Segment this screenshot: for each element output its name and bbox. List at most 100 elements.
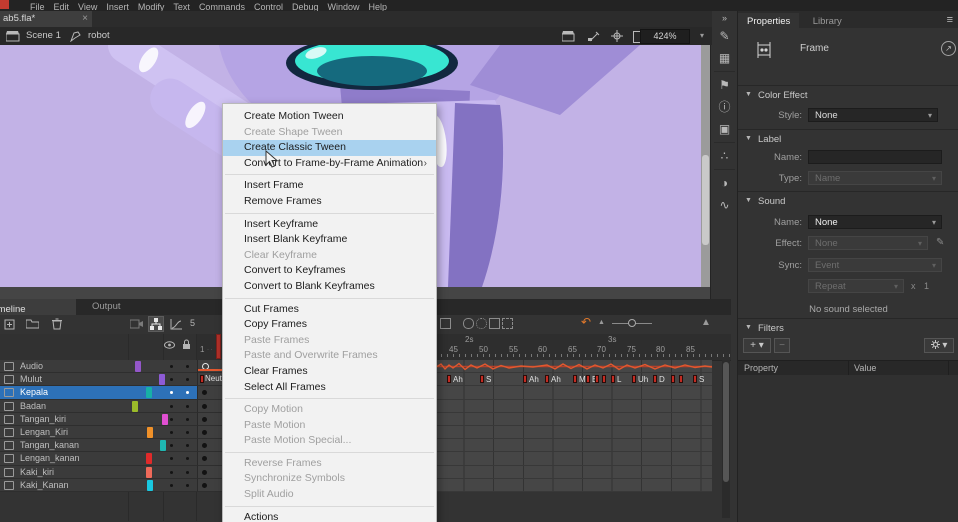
frames-grid-icon[interactable]: ▦ xyxy=(711,47,738,69)
layer-lock-dot[interactable] xyxy=(186,444,189,447)
frame-cell-kaki_kiri[interactable] xyxy=(197,466,222,479)
layer-lock-dot[interactable] xyxy=(186,457,189,460)
menu-insert[interactable]: Insert xyxy=(106,0,129,11)
breadcrumb-scene[interactable]: Scene 1 xyxy=(26,27,61,45)
layer-row-kepala[interactable]: Kepala xyxy=(0,386,222,399)
layer-visibility-dot[interactable] xyxy=(170,365,173,368)
tab-timeline[interactable]: Timeline xyxy=(0,299,76,315)
layer-visibility-dot[interactable] xyxy=(170,405,173,408)
frame-cell-kaki_kanan[interactable] xyxy=(197,479,222,492)
repeat-count-stepper[interactable]: 1 xyxy=(924,281,929,291)
frame-track-tangan_kiri[interactable] xyxy=(435,413,712,426)
parenting-color-bar[interactable] xyxy=(146,453,152,464)
close-icon[interactable]: × xyxy=(82,11,88,27)
layer-name[interactable]: Tangan_kiri xyxy=(20,414,66,424)
frame-cell-kepala[interactable] xyxy=(197,386,222,399)
layer-visibility-dot[interactable] xyxy=(170,484,173,487)
align-icon[interactable]: ⚑ xyxy=(711,74,738,96)
layer-visibility-dot[interactable] xyxy=(170,378,173,381)
style-select[interactable]: None ▾ xyxy=(808,108,938,122)
frame-ruler-start[interactable]: 1 · · xyxy=(197,334,222,360)
frame-cell-lengan_kiri[interactable] xyxy=(197,426,222,439)
layer-name[interactable]: Badan xyxy=(20,401,46,411)
menu-item-convert-to-frame-by-frame-animation[interactable]: Convert to Frame-by-Frame Animation› xyxy=(223,156,436,172)
zoom-in-frames-icon[interactable]: ▲ xyxy=(701,317,711,328)
info-icon[interactable]: ⓘ xyxy=(711,96,738,118)
new-folder-icon[interactable] xyxy=(26,318,39,329)
frame-track-lengan_kiri[interactable] xyxy=(435,426,712,439)
parenting-color-bar[interactable] xyxy=(147,427,153,438)
menu-text[interactable]: Text xyxy=(173,0,190,11)
modify-markers-icon[interactable] xyxy=(502,318,513,329)
stage-scroll-thumb[interactable] xyxy=(702,155,709,245)
menu-item-insert-frame[interactable]: Insert Frame xyxy=(223,178,436,194)
layer-name[interactable]: Kaki_Kanan xyxy=(20,480,69,490)
menu-item-copy-frames[interactable]: Copy Frames xyxy=(223,317,436,333)
zoom-level-select[interactable]: 424% xyxy=(640,29,690,44)
menu-item-insert-blank-keyframe[interactable]: Insert Blank Keyframe xyxy=(223,232,436,248)
parenting-color-bar[interactable] xyxy=(147,480,153,491)
onion-skin-outlines-icon[interactable] xyxy=(476,318,487,329)
layer-name[interactable]: Audio xyxy=(20,361,43,371)
menu-item-convert-to-blank-keyframes[interactable]: Convert to Blank Keyframes xyxy=(223,279,436,295)
zoom-out-frames-icon[interactable]: ▲ xyxy=(598,319,605,326)
frame-track-badan[interactable] xyxy=(435,400,712,413)
tab-output[interactable]: Output xyxy=(92,299,121,315)
section-title[interactable]: Color Effect xyxy=(738,86,958,101)
document-tab[interactable]: ab5.fla* × xyxy=(0,11,92,27)
playhead[interactable] xyxy=(216,334,221,359)
layer-lock-dot[interactable] xyxy=(186,365,189,368)
zoom-chevron-icon[interactable]: ▾ xyxy=(700,29,704,42)
graph-editor-icon[interactable] xyxy=(170,318,183,330)
frame-cell-audio[interactable] xyxy=(197,360,222,373)
add-filter-button[interactable]: + ▾ xyxy=(743,338,771,353)
eye-icon[interactable] xyxy=(164,341,175,349)
easing-graph-icon[interactable]: ∿ xyxy=(711,194,738,216)
menu-help[interactable]: Help xyxy=(369,0,388,11)
breadcrumb-symbol[interactable]: robot xyxy=(88,27,110,45)
layer-row-mulut[interactable]: Mulut xyxy=(0,373,222,386)
frame-track-audio[interactable] xyxy=(435,360,712,373)
cc-libraries-icon[interactable]: ◑ xyxy=(711,172,738,194)
section-title[interactable]: Sound xyxy=(738,192,958,207)
layer-lock-dot[interactable] xyxy=(186,391,189,394)
frame-cell-tangan_kanan[interactable] xyxy=(197,439,222,452)
layer-visibility-dot[interactable] xyxy=(170,457,173,460)
help-icon[interactable]: ↗ xyxy=(941,41,956,56)
frame-cell-badan[interactable] xyxy=(197,400,222,413)
menu-window[interactable]: Window xyxy=(328,0,360,11)
collapse-arrow-icon[interactable]: ▼ xyxy=(745,135,752,142)
menu-item-remove-frames[interactable]: Remove Frames xyxy=(223,194,436,210)
layer-name[interactable]: Tangan_kanan xyxy=(20,440,79,450)
layer-lock-dot[interactable] xyxy=(186,471,189,474)
camera-icon[interactable] xyxy=(130,318,144,329)
layer-lock-dot[interactable] xyxy=(186,378,189,381)
remove-filter-button[interactable]: − xyxy=(774,338,790,353)
parenting-color-bar[interactable] xyxy=(135,361,141,372)
layer-parenting-toggle[interactable] xyxy=(148,316,164,332)
menu-commands[interactable]: Commands xyxy=(199,0,245,11)
layer-visibility-dot[interactable] xyxy=(170,444,173,447)
filter-options-button[interactable]: ▾ xyxy=(924,338,954,353)
frame-track-lengan_kanan[interactable] xyxy=(435,452,712,465)
sound-name-select[interactable]: None ▾ xyxy=(808,215,942,229)
tab-library[interactable]: Library xyxy=(804,13,851,30)
section-title[interactable]: Filters xyxy=(738,319,958,334)
edit-scene-icon[interactable] xyxy=(562,31,576,42)
onion-skin-icon[interactable] xyxy=(463,318,474,329)
layer-visibility-dot[interactable] xyxy=(170,431,173,434)
loop-frames-icon[interactable] xyxy=(440,318,451,329)
menu-file[interactable]: File xyxy=(30,0,45,11)
new-layer-icon[interactable] xyxy=(4,318,16,330)
edit-multiple-frames-icon[interactable] xyxy=(489,318,500,329)
layer-row-tangan_kanan[interactable]: Tangan_kanan xyxy=(0,439,222,452)
frame-track-kaki_kanan[interactable] xyxy=(435,479,712,492)
layer-name[interactable]: Kepala xyxy=(20,387,48,397)
frame-track-kepala[interactable] xyxy=(435,386,712,399)
panel-menu-icon[interactable]: ≡ xyxy=(947,14,953,26)
timeline-zoom-knob[interactable] xyxy=(628,319,636,327)
edit-effect-pencil-icon[interactable]: ✎ xyxy=(936,237,944,248)
parenting-color-bar[interactable] xyxy=(159,374,165,385)
frame-cell-tangan_kiri[interactable] xyxy=(197,413,222,426)
layer-row-audio[interactable]: Audio xyxy=(0,360,222,373)
